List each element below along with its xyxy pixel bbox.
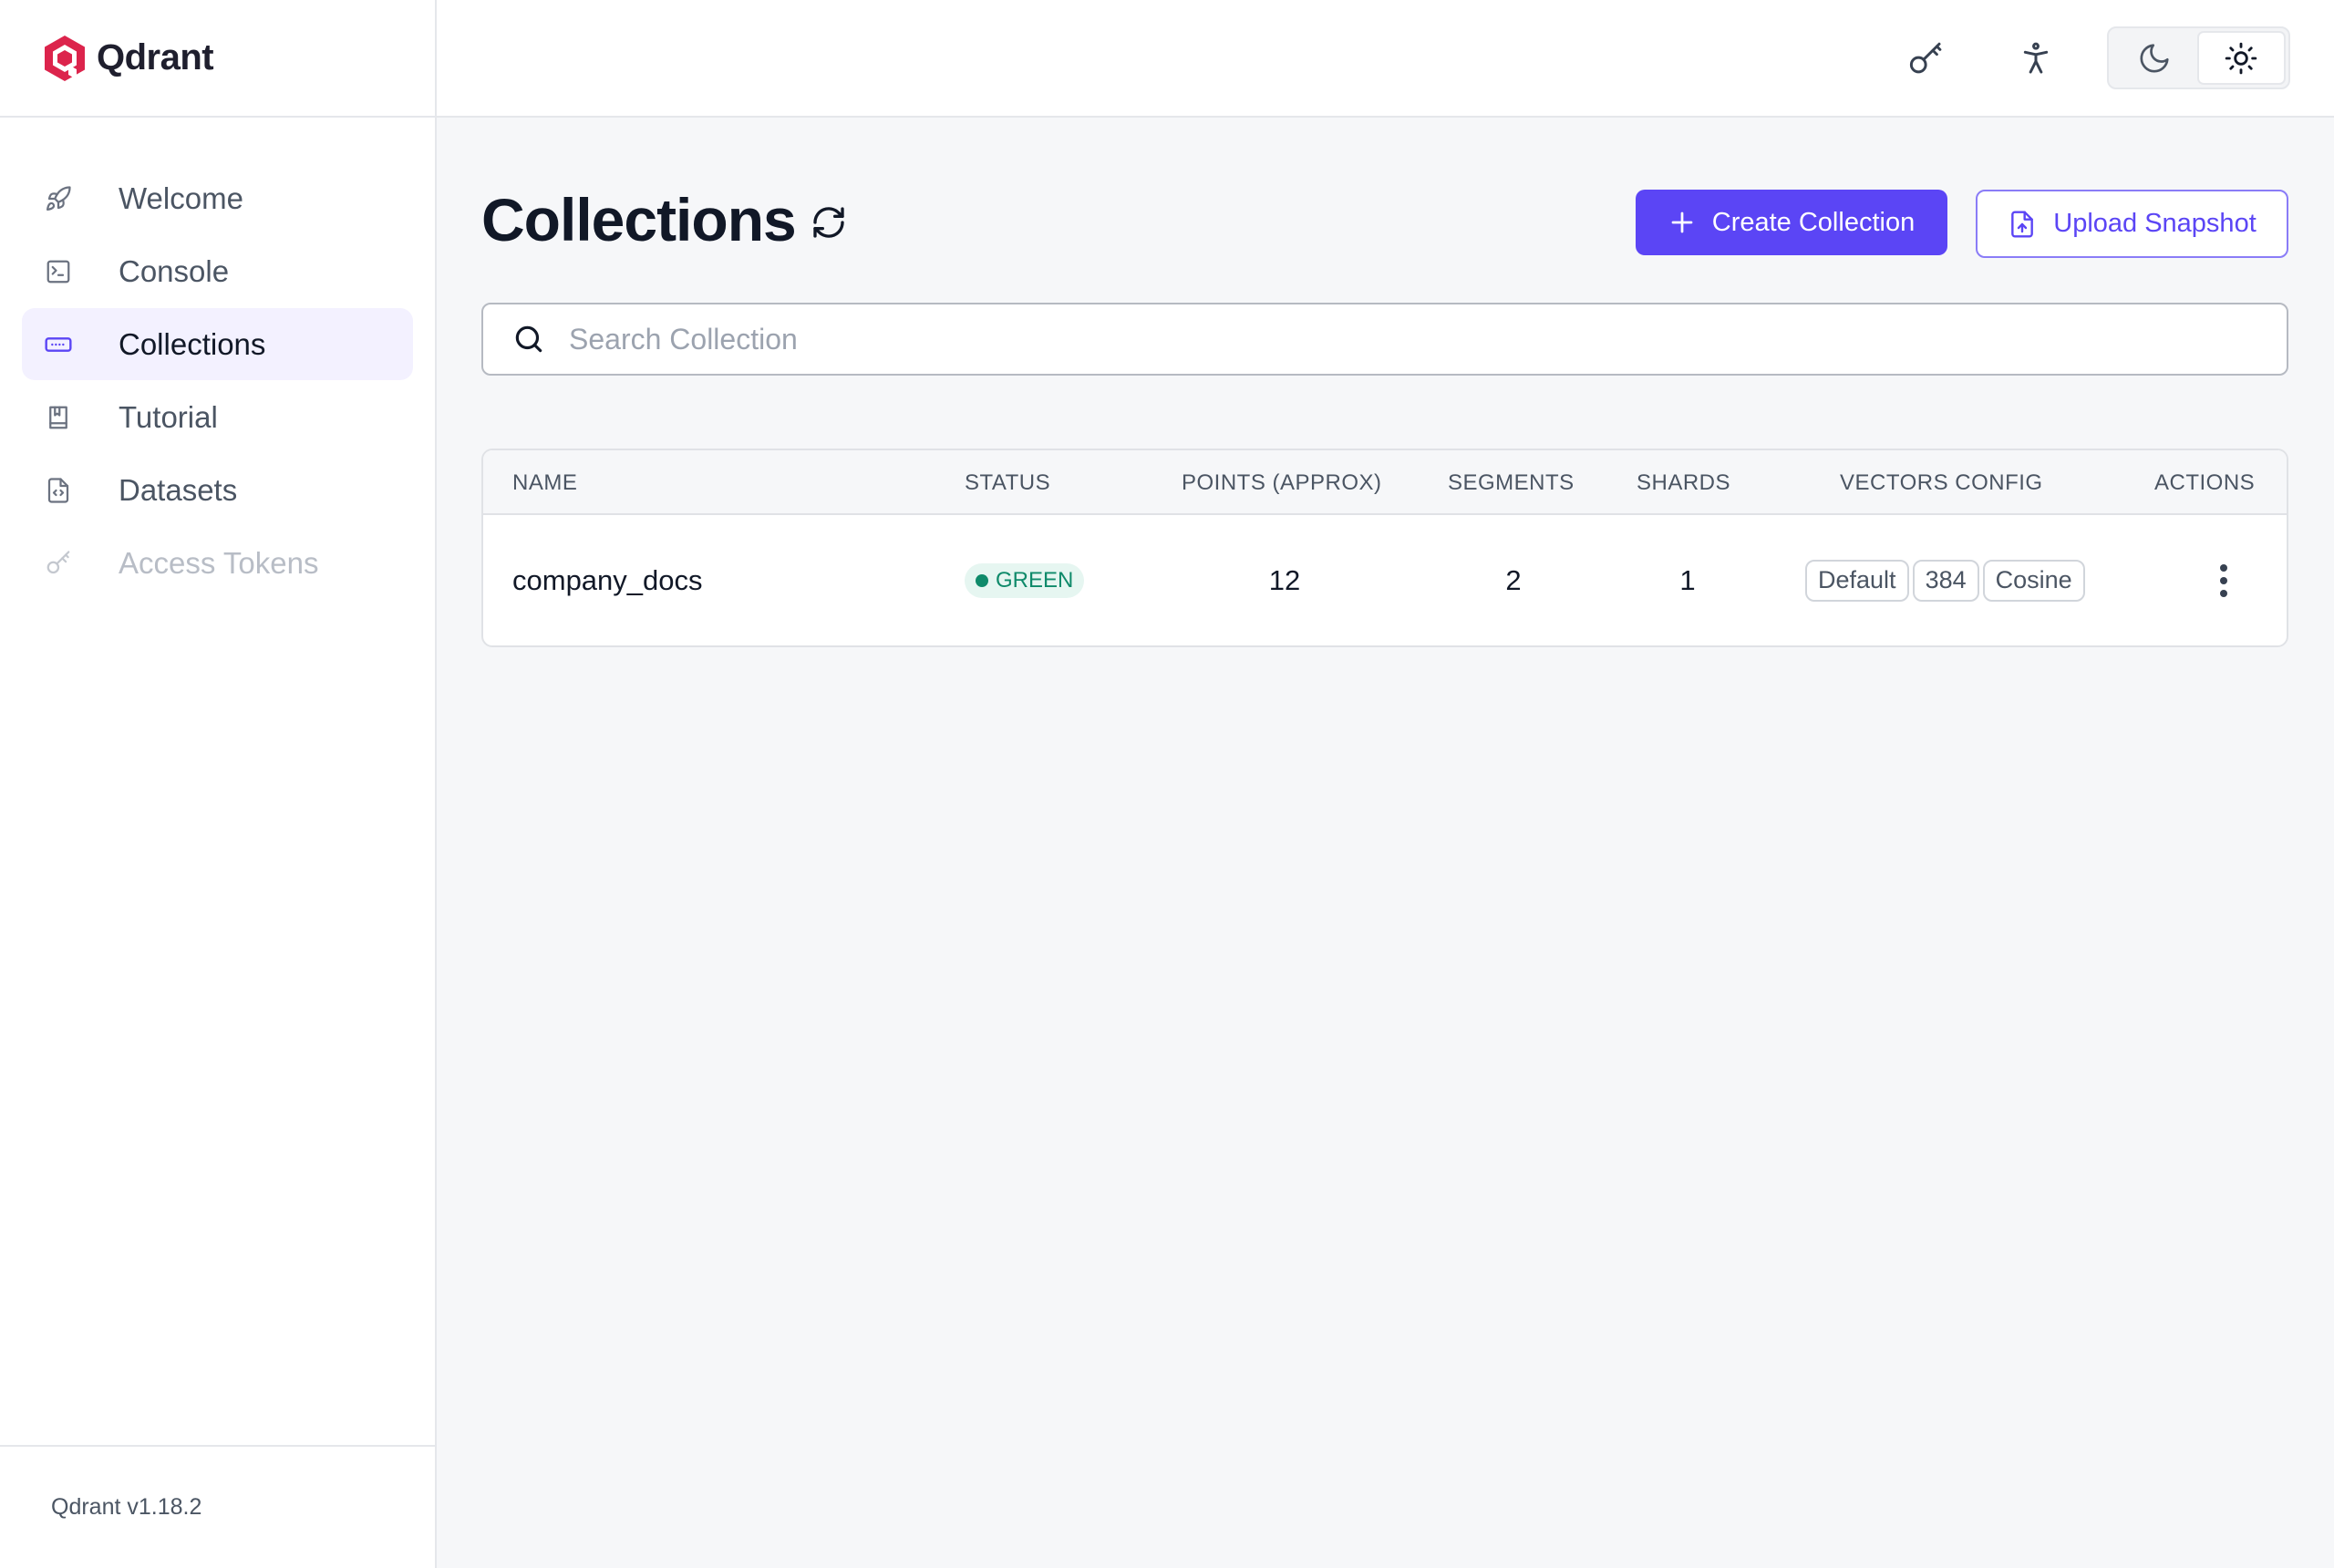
sidebar-item-console[interactable]: Console — [22, 235, 413, 307]
page-title: Collections — [481, 186, 797, 253]
terminal-icon — [44, 257, 73, 286]
vector-name-chip: Default — [1805, 559, 1909, 602]
file-code-icon — [44, 476, 73, 505]
refresh-icon — [813, 207, 844, 238]
book-icon — [44, 403, 73, 432]
upload-snapshot-button[interactable]: Upload Snapshot — [1976, 190, 2288, 258]
actions-cell — [2205, 515, 2242, 645]
sidebar-item-access-tokens: Access Tokens — [22, 527, 413, 599]
refresh-button[interactable] — [808, 201, 850, 243]
row-actions-button[interactable] — [2205, 553, 2242, 608]
sidebar-footer: Qdrant v1.18.2 — [0, 1445, 435, 1568]
moon-icon — [2140, 43, 2169, 73]
accessibility-icon — [2023, 42, 2049, 74]
key-icon — [1909, 42, 1942, 74]
search-icon — [509, 319, 549, 359]
column-header-shards: SHARDS — [1637, 470, 1731, 495]
vectors-config-cell: Default 384 Cosine — [1805, 515, 2089, 645]
points-cell: 12 — [1268, 563, 1301, 596]
vector-size-chip: 384 — [1912, 559, 1979, 602]
sidebar-item-label: Collections — [119, 326, 266, 361]
api-key-button[interactable] — [1897, 29, 1956, 88]
more-vertical-icon — [2220, 563, 2227, 597]
sidebar: Qdrant Welcome Console Collections Tutor… — [0, 0, 437, 1568]
brand-name: Qdrant — [97, 37, 214, 77]
search-box — [481, 303, 2288, 376]
column-header-status: STATUS — [965, 470, 1051, 495]
theme-toggle — [2107, 26, 2290, 89]
dark-mode-button[interactable] — [2112, 31, 2197, 85]
sidebar-item-welcome[interactable]: Welcome — [22, 162, 413, 234]
status-badge: GREEN — [965, 562, 1085, 598]
column-header-points: POINTS (APPROX) — [1182, 470, 1382, 495]
column-header-actions: ACTIONS — [2154, 470, 2256, 495]
search-input[interactable] — [569, 322, 2287, 356]
rocket-icon — [44, 184, 73, 213]
light-mode-button[interactable] — [2196, 31, 2286, 85]
collections-icon — [44, 330, 73, 359]
qdrant-logo-icon — [45, 35, 85, 81]
column-header-segments: SEGMENTS — [1448, 470, 1575, 495]
status-dot-icon — [976, 573, 988, 587]
column-header-vectors-config: VECTORS CONFIG — [1840, 470, 2043, 495]
table-header: NAME STATUS POINTS (APPROX) SEGMENTS SHA… — [483, 450, 2287, 515]
key-icon — [44, 549, 73, 578]
collection-name[interactable]: company_docs — [512, 515, 703, 645]
status-cell: GREEN — [965, 515, 1085, 645]
create-collection-button[interactable]: Create Collection — [1636, 190, 1947, 255]
segments-cell: 2 — [1505, 563, 1522, 596]
sidebar-item-label: Welcome — [119, 181, 243, 215]
upload-snapshot-label: Upload Snapshot — [2053, 209, 2257, 238]
sidebar-item-tutorial[interactable]: Tutorial — [22, 381, 413, 453]
sidebar-nav: Welcome Console Collections Tutorial Dat… — [0, 118, 435, 599]
sun-icon — [2225, 42, 2257, 74]
sidebar-item-label: Console — [119, 253, 230, 288]
sidebar-item-label: Datasets — [119, 472, 238, 507]
create-collection-label: Create Collection — [1711, 207, 1916, 237]
status-text: GREEN — [996, 567, 1074, 593]
sidebar-item-label: Access Tokens — [119, 545, 319, 580]
vector-distance-chip: Cosine — [1982, 559, 2085, 602]
accessibility-button[interactable] — [2007, 29, 2065, 88]
sidebar-item-datasets[interactable]: Datasets — [22, 454, 413, 526]
collections-table: NAME STATUS POINTS (APPROX) SEGMENTS SHA… — [481, 449, 2288, 647]
version-label: Qdrant v1.18.2 — [51, 1494, 202, 1520]
sidebar-item-collections[interactable]: Collections — [22, 308, 413, 380]
sidebar-item-label: Tutorial — [119, 399, 218, 434]
shards-cell: 1 — [1679, 563, 1696, 596]
file-upload-icon — [2008, 210, 2037, 239]
plus-icon — [1668, 209, 1696, 236]
table-row[interactable]: company_docs GREEN 12 2 1 Default 384 Co… — [483, 515, 2287, 645]
column-header-name: NAME — [512, 470, 578, 495]
topbar — [437, 0, 2334, 118]
brand[interactable]: Qdrant — [0, 0, 435, 118]
